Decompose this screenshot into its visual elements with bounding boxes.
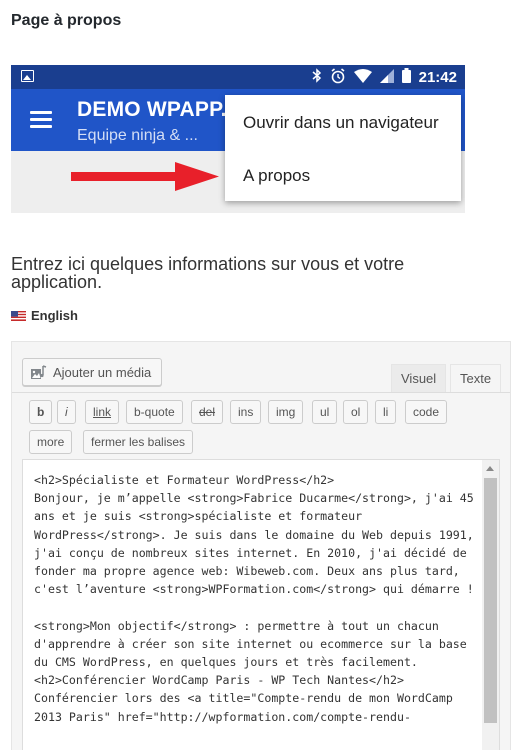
- qt-ol-button[interactable]: ol: [343, 400, 369, 424]
- us-flag-icon: [11, 310, 26, 321]
- status-bar: 21:42: [11, 65, 465, 89]
- content-textarea[interactable]: <h2>Spécialiste et Formateur WordPress</…: [22, 459, 500, 750]
- language-indicator: English: [11, 308, 78, 323]
- tab-visual[interactable]: Visuel: [391, 364, 447, 392]
- qt-code-button[interactable]: code: [405, 400, 448, 424]
- image-notification-icon: [21, 70, 34, 82]
- language-label: English: [31, 308, 78, 323]
- page-title: Page à propos: [11, 12, 122, 29]
- qt-italic-button[interactable]: i: [57, 400, 76, 424]
- app-subtitle: Equipe ninja & ...: [77, 127, 198, 144]
- status-time: 21:42: [418, 68, 457, 86]
- app-title: DEMO WPAPP.I: [77, 98, 233, 121]
- qt-bold-button[interactable]: b: [29, 400, 53, 424]
- tab-text[interactable]: Texte: [450, 364, 502, 392]
- hamburger-menu-icon: [30, 111, 52, 128]
- qt-more-button[interactable]: more: [29, 430, 73, 454]
- add-media-label: Ajouter un média: [53, 364, 152, 380]
- qt-close-tags-button[interactable]: fermer les balises: [83, 430, 194, 454]
- wifi-icon: [353, 68, 372, 86]
- text-editor: Ajouter un média Visuel Texte b i link b…: [11, 341, 511, 750]
- add-media-button[interactable]: Ajouter un média: [22, 358, 163, 386]
- media-icon: [31, 365, 47, 379]
- content-text: <h2>Spécialiste et Formateur WordPress</…: [34, 473, 474, 724]
- quicktags-toolbar: b i link b-quote del ins img ul ol li co…: [12, 392, 510, 458]
- menu-item-open-browser: Ouvrir dans un navigateur: [243, 113, 439, 132]
- intro-text: Entrez ici quelques informations sur vou…: [11, 254, 405, 292]
- overflow-menu-popup: Ouvrir dans un navigateur A propos: [225, 95, 461, 201]
- signal-icon: [379, 68, 394, 86]
- app-screenshot: 21:42 DEMO WPAPP.I Equipe ninja & ... Ou…: [11, 65, 465, 213]
- bluetooth-icon: [312, 68, 322, 86]
- scroll-thumb[interactable]: [484, 478, 497, 723]
- qt-blockquote-button[interactable]: b-quote: [126, 400, 183, 424]
- alarm-icon: [330, 67, 346, 87]
- battery-icon: [401, 68, 411, 86]
- qt-del-button[interactable]: del: [191, 400, 224, 424]
- red-arrow-icon: [71, 162, 219, 191]
- menu-item-about: A propos: [243, 166, 311, 185]
- scrollbar[interactable]: [482, 460, 499, 750]
- qt-li-button[interactable]: li: [375, 400, 397, 424]
- qt-img-button[interactable]: img: [268, 400, 304, 424]
- scroll-up-arrow-icon[interactable]: [486, 466, 494, 471]
- qt-ins-button[interactable]: ins: [230, 400, 262, 424]
- qt-link-button[interactable]: link: [85, 400, 120, 424]
- qt-ul-button[interactable]: ul: [312, 400, 338, 424]
